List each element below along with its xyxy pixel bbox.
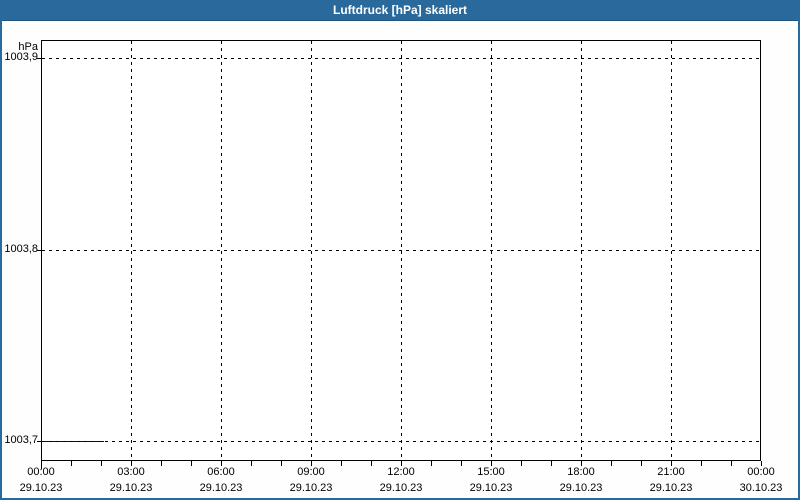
x-axis-date-label: 29.10.23 [199, 482, 243, 494]
x-axis-date-label: 29.10.23 [379, 482, 423, 494]
x-axis-tick [161, 461, 162, 466]
x-axis-time-label: 21:00 [657, 466, 685, 478]
chart-canvas: hPa 1003,9 1003,8 1003,7 00:00 29.10.23 03:00… [0, 0, 800, 500]
x-axis-tick [221, 461, 222, 466]
x-axis-time-label: 03:00 [117, 466, 145, 478]
x-axis-time-label: 09:00 [297, 466, 325, 478]
x-axis-tick [521, 461, 522, 466]
x-axis-date-label: 29.10.23 [649, 482, 693, 494]
x-axis-tick [731, 461, 732, 466]
x-axis-tick [71, 461, 72, 466]
x-axis-time-label: 12:00 [387, 466, 415, 478]
window-title: Luftdruck [hPa] skaliert [332, 3, 468, 17]
y-axis-tick [37, 250, 41, 251]
x-axis-tick [611, 461, 612, 466]
x-axis-tick [371, 461, 372, 466]
chart-window: Luftdruck [hPa] skaliert hPa 1003,9 1003,… [0, 0, 800, 500]
x-axis-tick [191, 461, 192, 466]
gridline-vertical [581, 41, 582, 460]
gridline-vertical [131, 41, 132, 460]
x-axis-time-label: 18:00 [567, 466, 595, 478]
x-axis-tick [701, 461, 702, 466]
x-axis-tick [401, 461, 402, 466]
x-axis-date-label: 29.10.23 [469, 482, 513, 494]
x-axis-tick [281, 461, 282, 466]
x-axis-date-label: 29.10.23 [289, 482, 333, 494]
x-axis-tick [41, 461, 42, 469]
y-axis-tick [37, 441, 41, 442]
x-axis-tick [461, 461, 462, 466]
gridline-vertical [311, 41, 312, 460]
x-axis-tick [761, 461, 762, 466]
window-titlebar: Luftdruck [hPa] skaliert [0, 0, 800, 21]
x-axis-tick [491, 461, 492, 466]
x-axis-tick [671, 461, 672, 466]
x-axis-tick [641, 461, 642, 466]
x-axis-tick [101, 461, 102, 466]
gridline-vertical [221, 41, 222, 460]
gridline-vertical [491, 41, 492, 460]
x-axis-date-label: 29.10.23 [559, 482, 603, 494]
x-axis-tick [551, 461, 552, 466]
x-axis-tick [311, 461, 312, 466]
x-axis-time-label: 00:00 [747, 466, 775, 478]
x-axis-tick [251, 461, 252, 466]
gridline-vertical [401, 41, 402, 460]
x-axis-tick [581, 461, 582, 466]
y-axis-label: 1003,7 [4, 434, 38, 446]
x-axis-time-label: 06:00 [207, 466, 235, 478]
x-axis-tick [431, 461, 432, 466]
x-axis-tick [341, 461, 342, 466]
x-axis-date-label: 29.10.23 [19, 482, 63, 494]
y-axis-label: 1003,8 [4, 243, 38, 255]
y-axis-tick [37, 58, 41, 59]
x-axis-date-label: 29.10.23 [109, 482, 153, 494]
x-axis-time-label: 15:00 [477, 466, 505, 478]
x-axis-tick [131, 461, 132, 466]
y-axis-label: 1003,9 [4, 51, 38, 63]
x-axis-time-label: 00:00 [27, 466, 55, 478]
gridline-vertical [671, 41, 672, 460]
x-axis-date-label: 30.10.23 [739, 482, 783, 494]
